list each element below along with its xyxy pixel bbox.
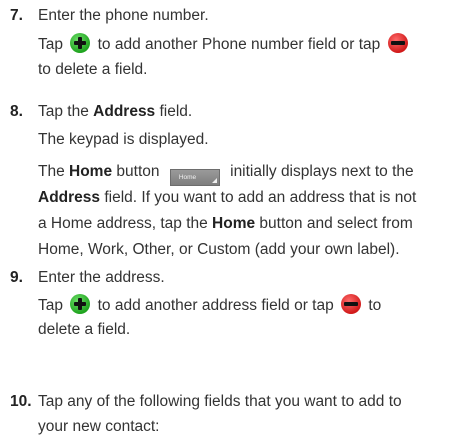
minus-circle-icon bbox=[387, 33, 408, 53]
step-text: Home, Work, Other, or Custom (add your o… bbox=[38, 241, 400, 258]
plus-circle-icon bbox=[70, 294, 91, 314]
step-text: The Home button Home initially displays … bbox=[38, 162, 414, 186]
minus-circle-icon bbox=[341, 294, 362, 314]
step-text: The keypad is displayed. bbox=[38, 131, 209, 148]
step-text: Enter the phone number. bbox=[38, 7, 209, 24]
step-number: 10. bbox=[10, 393, 32, 410]
step-text: Address field. If you want to add an add… bbox=[38, 189, 417, 206]
home-label-button-image: Home bbox=[169, 169, 220, 186]
plus-circle-icon bbox=[70, 33, 91, 53]
step-text: Tap any of the following fields that you… bbox=[38, 393, 402, 410]
step-text: Enter the address. bbox=[38, 269, 165, 286]
manual-page: 7. Enter the phone number. Tap to add an… bbox=[0, 0, 469, 447]
step-number: 8. bbox=[10, 103, 23, 120]
step-text: Tap the Address field. bbox=[38, 103, 193, 120]
step-text: to delete a field. bbox=[38, 61, 148, 78]
step-number: 9. bbox=[10, 269, 23, 286]
step-text: Tap to add another Phone number field or… bbox=[38, 33, 411, 55]
step-text: Tap to add another address field or tap … bbox=[38, 294, 381, 316]
step-text: delete a field. bbox=[38, 321, 131, 338]
step-text: a Home address, tap the Home button and … bbox=[38, 215, 413, 232]
step-text: your new contact: bbox=[38, 418, 160, 435]
step-number: 7. bbox=[10, 7, 23, 24]
